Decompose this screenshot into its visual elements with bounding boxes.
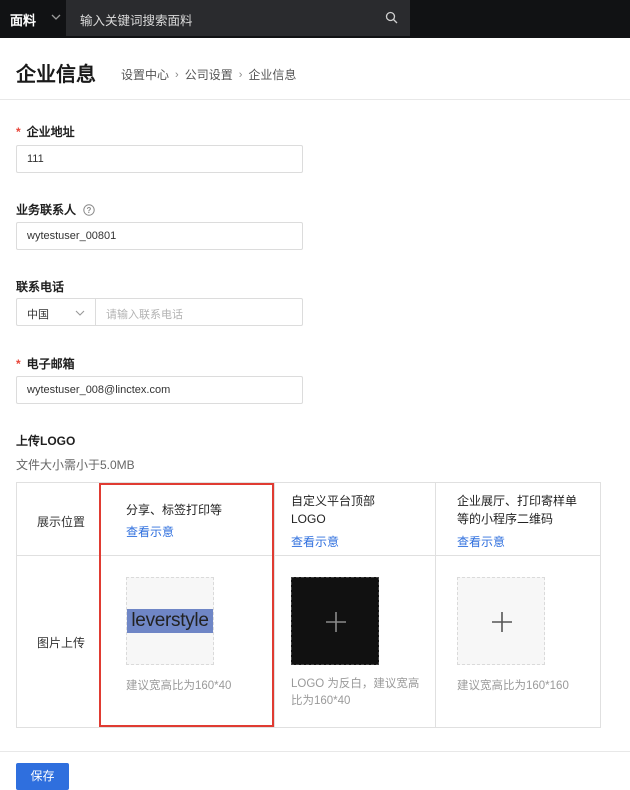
country-select[interactable]: 中国 [27,306,49,322]
category-selector[interactable]: 面料 [10,10,36,29]
chevron-down-icon[interactable] [75,308,85,318]
required-mark: * [16,357,21,371]
save-button[interactable]: 保存 [16,763,69,790]
divider [435,483,436,727]
divider [95,299,96,325]
required-mark: * [16,125,21,139]
row-header-upload: 图片上传 [37,636,86,650]
logo-upload-platform[interactable] [291,577,379,665]
plus-icon [326,612,346,632]
breadcrumb: 设置中心 › 公司设置 › 企业信息 [121,66,296,83]
address-label: * 企业地址 [16,125,75,139]
logo-upload-qrcode[interactable] [457,577,545,665]
plus-icon [492,612,512,632]
search-icon[interactable] [385,11,398,24]
divider [0,751,630,752]
help-icon[interactable]: ? [83,204,96,216]
chevron-down-icon[interactable] [50,11,62,23]
search-input[interactable]: 输入关键词搜索面料 [66,0,410,36]
row-header-position: 展示位置 [37,515,86,529]
page-header: 企业信息 设置中心 › 公司设置 › 企业信息 [0,38,630,100]
phone-label: 联系电话 [16,280,65,294]
breadcrumb-separator-icon: › [238,68,243,81]
breadcrumb-item-company[interactable]: 公司设置 [185,66,233,83]
view-example-link[interactable]: 查看示意 [291,533,339,550]
svg-text:?: ? [87,206,92,215]
column-title: 企业展厅、打印寄样单等的小程序二维码 [457,494,578,526]
logo-label: 上传LOGO [16,434,76,448]
divider [274,483,275,727]
top-bar: 面料 输入关键词搜索面料 [0,0,630,38]
breadcrumb-item-current: 企业信息 [248,68,297,82]
page-title: 企业信息 [16,64,96,86]
phone-field: 中国 请输入联系电话 [16,298,303,326]
highlight-box [99,483,274,727]
email-field[interactable]: wytestuser_008@linctex.com [16,376,303,404]
upload-tip: LOGO 为反白，建议宽高比为160*40 [291,678,420,707]
email-label: * 电子邮箱 [16,357,75,371]
address-field[interactable]: 111 [16,145,303,173]
breadcrumb-separator-icon: › [175,68,179,81]
view-example-link[interactable]: 查看示意 [457,533,505,550]
breadcrumb-item-settings[interactable]: 设置中心 [121,66,169,83]
contact-field[interactable]: wytestuser_00801 [16,222,303,250]
column-title: 自定义平台顶部LOGO [291,494,376,526]
upload-tip: 建议宽高比为160*160 [457,680,569,692]
contact-label: 业务联系人 ? [16,201,96,218]
phone-input[interactable]: 请输入联系电话 [106,306,183,322]
search-placeholder: 输入关键词搜索面料 [80,14,193,28]
logo-size-hint: 文件大小需小于5.0MB [16,458,135,472]
